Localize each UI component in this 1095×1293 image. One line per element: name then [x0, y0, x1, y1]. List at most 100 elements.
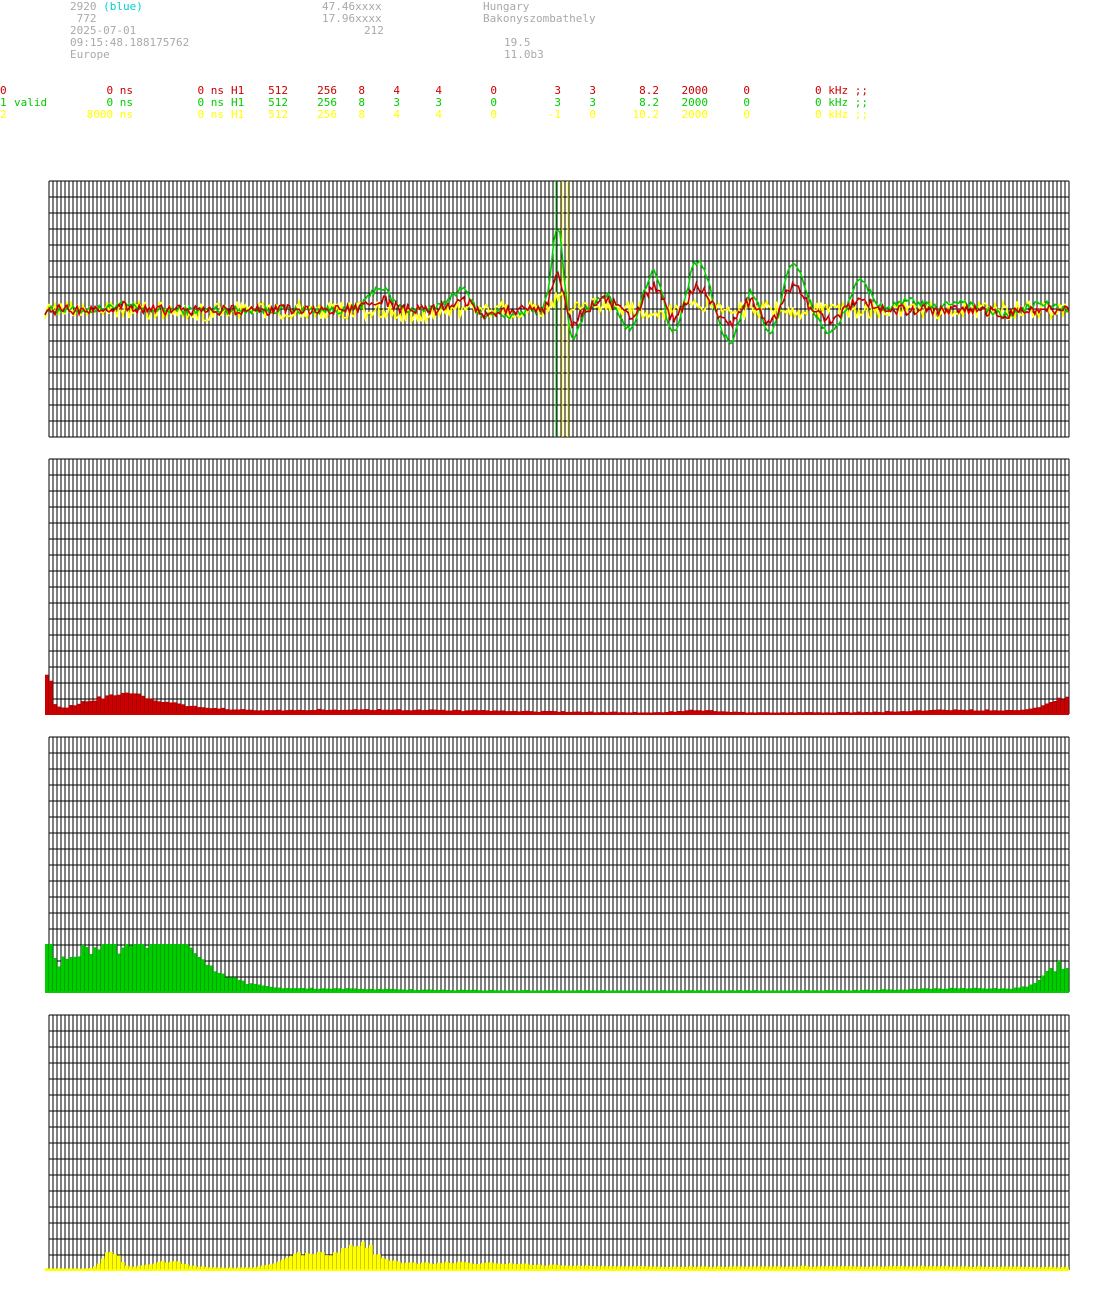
spectrum-2-bar [365, 1247, 369, 1270]
spectrum-1-bar [109, 944, 113, 992]
spectrum-0-bar [169, 702, 173, 714]
spectrum-2-bar [489, 1262, 493, 1270]
spectrum-0-bar [153, 700, 157, 714]
spectrum-2-bar [277, 1261, 281, 1270]
spectrum-0-bar [189, 705, 193, 714]
spectrum-0-bar [89, 700, 93, 714]
spectrum-2-bar [297, 1252, 301, 1270]
spectrum-2-bar [317, 1251, 321, 1270]
spectrum-1-bar [181, 944, 185, 992]
spectrum-1-bar [237, 979, 241, 992]
spectrum-2-bar [421, 1262, 425, 1270]
spectrum-1-bar [149, 944, 153, 992]
spectrum-2-bar [165, 1262, 169, 1270]
spectrum-1-bar [1045, 970, 1049, 992]
spectrum-1-bar [1037, 979, 1041, 992]
spectrum-2-bar [445, 1261, 449, 1270]
spectrum-0-bar [1061, 699, 1065, 714]
spectrum-2-bar [441, 1263, 445, 1270]
spectrum-2-bar [157, 1261, 161, 1270]
spectrum-0-bar [97, 696, 101, 714]
spectrum-0-bar [81, 701, 85, 714]
spectrum-2-bar [301, 1255, 305, 1270]
spectrum-1-bar [177, 944, 181, 992]
spectrum-1-bar [1057, 960, 1061, 992]
spectrum-1-bar [125, 944, 129, 992]
spectrum-2-bar [401, 1263, 405, 1270]
spectrum-1-bar [221, 973, 225, 992]
spectrum-1-bar [205, 964, 209, 992]
spectrum-1-bar [89, 954, 93, 992]
spectrum-2-bar [169, 1261, 173, 1270]
spectrum-1-bar [157, 944, 161, 992]
spectrum-0-bar [161, 702, 165, 714]
spectrum-1-bar [233, 977, 237, 992]
spectrum-1-bar [145, 947, 149, 992]
spectrum-0-bar [197, 707, 201, 714]
spectrum-2-bar [313, 1254, 317, 1270]
spectrum-1-bar [153, 944, 157, 992]
spectrum-1-bar [1049, 968, 1053, 992]
panel-grid-2 [48, 736, 1070, 992]
spectrum-2-bar [173, 1261, 177, 1270]
spectrum-0-bar [125, 692, 129, 714]
spectrum-0-bar [105, 695, 109, 714]
spectrum-1-bar [249, 983, 253, 992]
spectrum-1-bar [85, 947, 89, 992]
spectrum-1-bar [169, 944, 173, 992]
spectrum-1-bar [81, 945, 85, 992]
spectrum-1-bar [257, 984, 261, 992]
spectrum-0-bar [69, 705, 73, 714]
spectrum-2-bar [121, 1262, 125, 1270]
spectrum-2-bar [321, 1252, 325, 1270]
spectrum-2-bar [393, 1260, 397, 1270]
spectrum-2-bar [117, 1255, 121, 1270]
spectrum-1-bar [201, 959, 205, 992]
spectrum-0-bar [129, 693, 133, 714]
spectrum-2-bar [353, 1246, 357, 1270]
spectrum-1-bar [1065, 968, 1069, 992]
spectrum-2-bar [437, 1262, 441, 1270]
spectrum-2-bar [105, 1252, 109, 1270]
spectrum-2-bar [449, 1262, 453, 1270]
spectrum-0-bar [113, 695, 117, 714]
spectrum-1-bar [93, 947, 97, 992]
spectrum-0-bar [57, 706, 61, 714]
spectrum-0-bar [109, 694, 113, 714]
spectrum-2-bar [369, 1245, 373, 1270]
spectrum-1-bar [105, 944, 109, 992]
spectrum-1-bar [101, 944, 105, 992]
spectrum-2-bar [361, 1241, 365, 1270]
spectrum-0-bar [85, 701, 89, 714]
spectrum-0-bar [145, 698, 149, 714]
spectrum-2-bar [349, 1244, 353, 1270]
spectrum-2-bar [281, 1259, 285, 1270]
spectrum-2-bar [345, 1248, 349, 1270]
spectrum-2-bar [341, 1247, 345, 1270]
spectrum-1-bar [165, 944, 169, 992]
spectrum-0-bar [149, 698, 153, 714]
panel-grid-1 [48, 458, 1070, 714]
spectrum-0-bar [93, 700, 97, 714]
spectrum-1-bar [1041, 975, 1045, 992]
spectrum-1-bar [53, 958, 57, 992]
spectrum-2-bar [389, 1260, 393, 1270]
spectrum-2-bar [469, 1263, 473, 1270]
spectrum-2-bar [109, 1251, 113, 1270]
spectrum-0-bar [1065, 696, 1069, 714]
spectrum-1-bar [133, 944, 137, 992]
spectrum-1-bar [229, 977, 233, 992]
spectrum-1-bar [213, 971, 217, 992]
spectrum-1-bar [77, 956, 81, 992]
spectrum-1-bar [1061, 968, 1065, 992]
spectrum-1-bar [117, 953, 121, 992]
spectrum-2-bar [457, 1261, 461, 1270]
spectrum-1-bar [161, 944, 165, 992]
spectrum-2-bar [325, 1255, 329, 1270]
spectrum-1-bar [217, 972, 221, 992]
spectrum-1-bar [45, 944, 49, 992]
spectrum-2-bar [373, 1254, 377, 1270]
spectrum-1-bar [97, 949, 101, 992]
spectrum-1-bar [193, 953, 197, 992]
spectrum-0-bar [1049, 702, 1053, 714]
